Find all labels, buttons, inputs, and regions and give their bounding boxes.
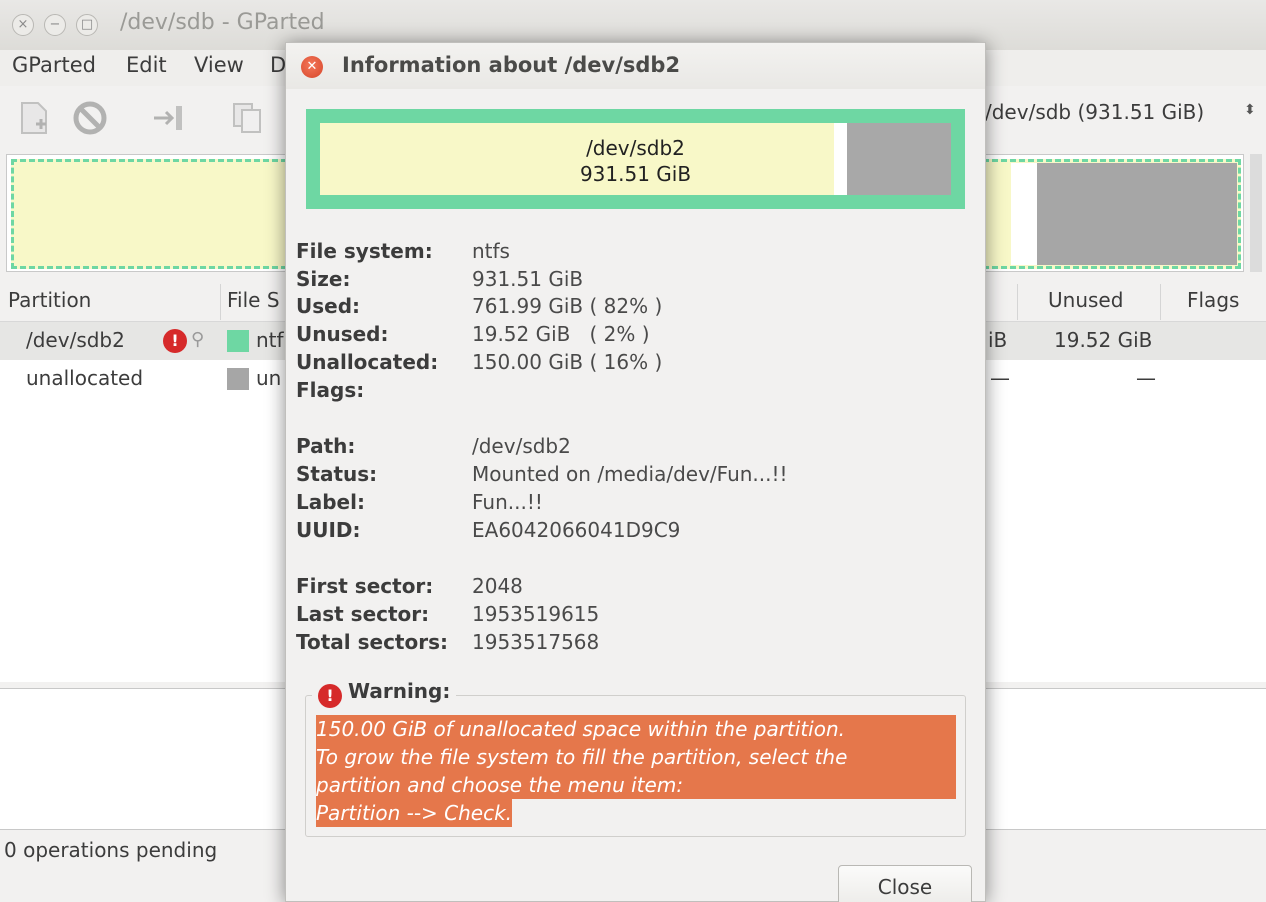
cell-filesystem: ntf bbox=[256, 328, 284, 352]
label-size: Size: bbox=[296, 267, 351, 291]
label-fs-label: Label: bbox=[296, 490, 365, 514]
label-last-sector: Last sector: bbox=[296, 602, 430, 626]
usage-bar-label: /dev/sdb2 931.51 GiB bbox=[320, 135, 951, 187]
menu-device[interactable]: D bbox=[270, 53, 286, 77]
disk-map-unused bbox=[1011, 163, 1037, 265]
warning-icon: ! bbox=[163, 329, 187, 353]
diskmap-scrollbar[interactable] bbox=[1250, 154, 1262, 272]
operations-status: 0 operations pending bbox=[4, 838, 218, 862]
resize-icon[interactable] bbox=[150, 100, 186, 136]
value-uuid: EA6042066041D9C9 bbox=[472, 518, 681, 542]
column-filesystem[interactable]: File S bbox=[227, 288, 280, 312]
label-used: Used: bbox=[296, 294, 361, 318]
label-unallocated: Unallocated: bbox=[296, 350, 439, 374]
warning-message: 150.00 GiB of unallocated space within t… bbox=[316, 715, 956, 827]
cell-partition: unallocated bbox=[26, 366, 144, 390]
label-status: Status: bbox=[296, 462, 378, 486]
value-unused: 19.52 GiB ( 2% ) bbox=[472, 322, 650, 346]
cell-unused: 19.52 GiB bbox=[1054, 328, 1153, 352]
device-selector[interactable]: /dev/sdb (931.51 GiB) bbox=[985, 100, 1204, 124]
cell-partition: /dev/sdb2 bbox=[26, 328, 125, 352]
partition-info-dialog: ✕ Information about /dev/sdb2 /dev/sdb2 … bbox=[285, 42, 986, 902]
label-unused: Unused: bbox=[296, 322, 389, 346]
label-flags: Flags: bbox=[296, 378, 365, 402]
column-flags[interactable]: Flags bbox=[1187, 288, 1239, 312]
menu-edit[interactable]: Edit bbox=[126, 53, 167, 77]
label-file-system: File system: bbox=[296, 239, 433, 263]
column-unused[interactable]: Unused bbox=[1048, 288, 1123, 312]
cell-used: — bbox=[990, 366, 1010, 390]
label-total-sectors: Total sectors: bbox=[296, 630, 448, 654]
window-title: /dev/sdb - GParted bbox=[120, 10, 325, 35]
value-last-sector: 1953519615 bbox=[472, 602, 600, 626]
menu-gparted[interactable]: GParted bbox=[12, 53, 96, 77]
copy-icon[interactable] bbox=[230, 100, 266, 136]
usage-bar-size: 931.51 GiB bbox=[579, 162, 692, 186]
maximize-icon[interactable]: □ bbox=[76, 14, 98, 36]
menu-view[interactable]: View bbox=[194, 53, 244, 77]
warning-line: partition and choose the menu item: bbox=[316, 771, 956, 799]
warning-line: To grow the file system to fill the part… bbox=[316, 743, 956, 771]
value-first-sector: 2048 bbox=[472, 574, 523, 598]
label-path: Path: bbox=[296, 434, 356, 458]
cell-unused: — bbox=[1136, 366, 1156, 390]
key-icon: ⚲ bbox=[191, 329, 205, 350]
usage-bar-partition: /dev/sdb2 bbox=[586, 136, 685, 160]
dialog-title: Information about /dev/sdb2 bbox=[342, 53, 681, 77]
fs-color-swatch bbox=[227, 330, 249, 352]
warning-line: 150.00 GiB of unallocated space within t… bbox=[316, 715, 956, 743]
value-file-system: ntfs bbox=[472, 239, 510, 263]
value-used: 761.99 GiB ( 82% ) bbox=[472, 294, 663, 318]
value-status: Mounted on /media/dev/Fun...!! bbox=[472, 462, 788, 486]
close-icon[interactable]: × bbox=[12, 14, 34, 36]
partition-usage-inner: /dev/sdb2 931.51 GiB bbox=[320, 123, 951, 195]
warning-line: Partition --> Check. bbox=[316, 799, 513, 827]
chevron-updown-icon[interactable]: ⬍ bbox=[1244, 103, 1256, 117]
warning-title: Warning: bbox=[348, 679, 451, 703]
partition-usage-bar: /dev/sdb2 931.51 GiB bbox=[306, 109, 965, 209]
column-divider bbox=[1160, 284, 1161, 320]
cell-used: iB bbox=[988, 328, 1008, 352]
warning-icon: ! bbox=[318, 684, 342, 708]
value-total-sectors: 1953517568 bbox=[472, 630, 600, 654]
warning-heading: ! Warning: bbox=[312, 679, 457, 708]
close-button[interactable]: Close bbox=[838, 865, 972, 902]
cell-filesystem: un bbox=[256, 366, 282, 390]
value-fs-label: Fun...!! bbox=[472, 490, 543, 514]
column-divider bbox=[220, 284, 221, 320]
disk-map-unallocated[interactable] bbox=[1037, 163, 1237, 265]
value-unallocated: 150.00 GiB ( 16% ) bbox=[472, 350, 663, 374]
fs-color-swatch bbox=[227, 368, 249, 390]
minimize-icon[interactable]: − bbox=[44, 14, 66, 36]
label-uuid: UUID: bbox=[296, 518, 361, 542]
column-divider bbox=[1017, 284, 1018, 320]
close-icon[interactable]: ✕ bbox=[301, 56, 323, 78]
dialog-titlebar: ✕ Information about /dev/sdb2 bbox=[286, 43, 985, 89]
new-icon[interactable] bbox=[16, 100, 52, 136]
column-partition[interactable]: Partition bbox=[8, 288, 91, 312]
value-path: /dev/sdb2 bbox=[472, 434, 571, 458]
label-first-sector: First sector: bbox=[296, 574, 434, 598]
value-size: 931.51 GiB bbox=[472, 267, 584, 291]
delete-icon[interactable] bbox=[72, 100, 108, 136]
